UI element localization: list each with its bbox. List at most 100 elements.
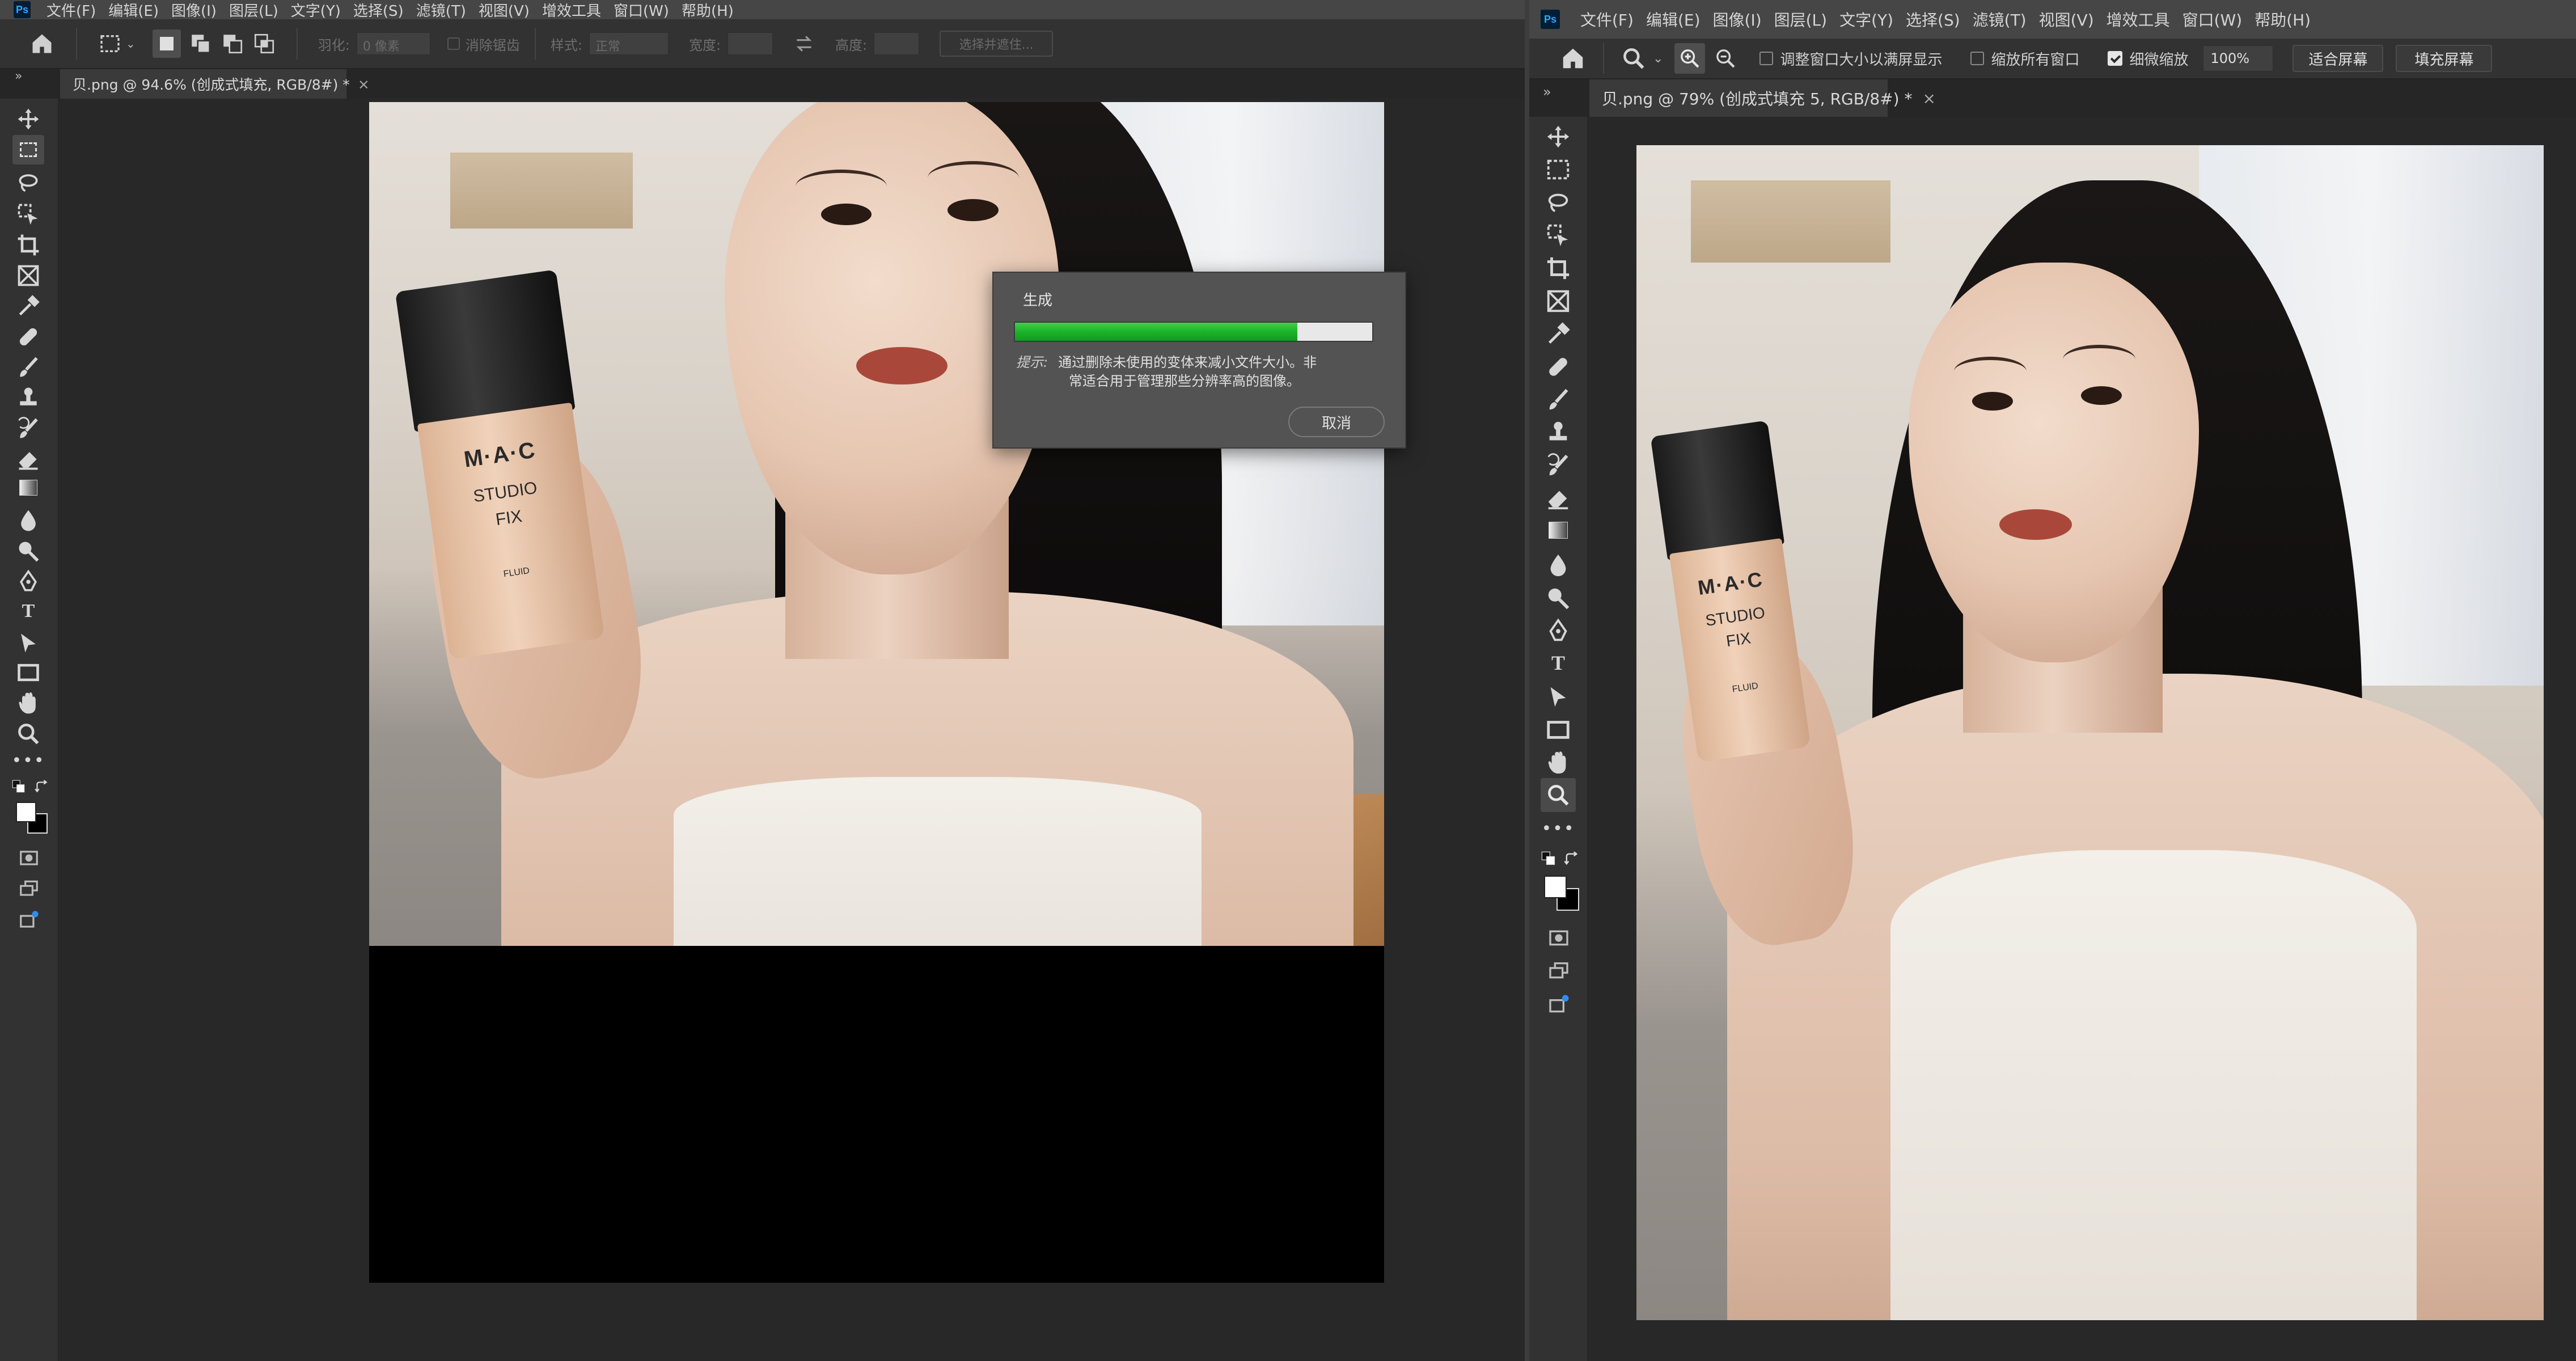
add-to-selection-icon[interactable]: [189, 32, 213, 56]
resize-windows-checkbox[interactable]: [1759, 52, 1774, 65]
clone-stamp-tool-icon[interactable]: [16, 386, 41, 411]
type-tool-icon[interactable]: T: [1545, 650, 1571, 676]
menu-file[interactable]: 文件(F): [46, 0, 96, 20]
foreground-color-swatch[interactable]: [1544, 876, 1567, 898]
menu-edit[interactable]: 编辑(E): [1646, 8, 1701, 31]
menu-plugins[interactable]: 增效工具: [542, 0, 601, 20]
type-tool-icon[interactable]: T: [16, 599, 41, 624]
hand-tool-icon[interactable]: [16, 691, 41, 716]
dodge-tool-icon[interactable]: [16, 539, 41, 564]
menu-layer[interactable]: 图层(L): [229, 0, 278, 20]
menu-help[interactable]: 帮助(H): [2254, 8, 2311, 31]
menu-select[interactable]: 选择(S): [1906, 8, 1960, 31]
path-selection-tool-icon[interactable]: [1545, 684, 1571, 710]
marquee-tool-preset-icon[interactable]: [99, 32, 121, 55]
quick-mask-icon[interactable]: [18, 847, 40, 869]
rectangle-tool-icon[interactable]: [1545, 717, 1571, 743]
eyedropper-tool-icon[interactable]: [16, 294, 41, 319]
more-tools-icon[interactable]: •••: [1541, 819, 1573, 839]
blur-tool-icon[interactable]: [16, 508, 41, 533]
document-tab[interactable]: 贝.png @ 94.6% (创成式填充, RGB/8#) * ×: [60, 69, 370, 99]
dodge-tool-icon[interactable]: [1545, 585, 1571, 611]
eraser-tool-icon[interactable]: [1545, 485, 1571, 512]
pen-tool-icon[interactable]: [16, 569, 41, 594]
blur-tool-icon[interactable]: [1545, 552, 1571, 578]
menu-select[interactable]: 选择(S): [353, 0, 404, 20]
style-select[interactable]: 正常: [589, 32, 669, 55]
menu-layer[interactable]: 图层(L): [1774, 8, 1827, 31]
screen-mode-icon[interactable]: [18, 878, 40, 899]
eraser-tool-icon[interactable]: [16, 447, 41, 472]
menu-view[interactable]: 视图(V): [479, 0, 530, 20]
cancel-button[interactable]: 取消: [1288, 407, 1385, 437]
close-tab-icon[interactable]: ×: [1922, 89, 1935, 108]
menu-edit[interactable]: 编辑(E): [108, 0, 159, 20]
zoom-level-input[interactable]: 100%: [2203, 45, 2274, 71]
menu-image[interactable]: 图像(I): [171, 0, 217, 20]
home-icon[interactable]: [29, 31, 54, 56]
swap-dimensions-icon[interactable]: [793, 33, 815, 54]
menu-type[interactable]: 文字(Y): [291, 0, 341, 20]
height-input[interactable]: [874, 32, 920, 55]
chevron-down-icon[interactable]: ⌄: [126, 37, 136, 50]
menu-file[interactable]: 文件(F): [1580, 8, 1634, 31]
foreground-color-swatch[interactable]: [16, 802, 36, 822]
move-tool-icon[interactable]: [16, 107, 41, 132]
path-selection-tool-icon[interactable]: [16, 631, 41, 656]
menu-filter[interactable]: 滤镜(T): [416, 0, 466, 20]
zoom-in-icon[interactable]: [1674, 43, 1706, 74]
zoom-tool-icon[interactable]: [1541, 778, 1576, 812]
rectangular-marquee-tool-icon[interactable]: [12, 135, 44, 164]
brush-tool-icon[interactable]: [1545, 387, 1571, 413]
frame-tool-icon[interactable]: [1545, 288, 1571, 314]
healing-brush-tool-icon[interactable]: [16, 324, 41, 349]
menu-image[interactable]: 图像(I): [1713, 8, 1762, 31]
document-canvas-area[interactable]: M·A·C STUDIO FIX FLUID: [1588, 117, 2576, 1361]
history-brush-tool-icon[interactable]: [16, 416, 41, 441]
gradient-tool-icon[interactable]: [1549, 522, 1568, 539]
menu-window[interactable]: 窗口(W): [2182, 8, 2243, 31]
document-canvas-area[interactable]: M·A·C STUDIO FIX FLUID 生成 提示: 通过删除未使用的变体来…: [59, 99, 1525, 1361]
zoom-out-icon[interactable]: [1714, 47, 1737, 70]
hand-tool-icon[interactable]: [1545, 750, 1571, 776]
object-selection-tool-icon[interactable]: [1545, 222, 1571, 248]
menu-filter[interactable]: 滤镜(T): [1973, 8, 2027, 31]
more-tools-icon[interactable]: •••: [11, 751, 44, 771]
swap-colors-icon[interactable]: [34, 779, 49, 794]
menu-type[interactable]: 文字(Y): [1839, 8, 1893, 31]
rectangular-marquee-tool-icon[interactable]: [1545, 157, 1571, 183]
home-icon[interactable]: [1560, 45, 1586, 71]
lasso-tool-icon[interactable]: [16, 170, 41, 195]
default-colors-icon[interactable]: [1541, 851, 1556, 867]
swap-colors-icon[interactable]: [1563, 851, 1579, 867]
zoom-tool-preset-icon[interactable]: [1621, 46, 1646, 71]
frame-tool-icon[interactable]: [16, 263, 41, 288]
lasso-tool-icon[interactable]: [1545, 189, 1571, 215]
zoom-all-windows-checkbox[interactable]: [1970, 52, 1985, 65]
new-selection-icon[interactable]: [152, 29, 181, 58]
menu-window[interactable]: 窗口(W): [614, 0, 669, 20]
feather-input[interactable]: 0 像素: [356, 32, 430, 55]
fit-screen-button[interactable]: 适合屏幕: [2292, 45, 2384, 72]
menu-help[interactable]: 帮助(H): [682, 0, 734, 20]
gradient-tool-icon[interactable]: [19, 480, 37, 496]
eyedropper-tool-icon[interactable]: [1545, 321, 1571, 347]
subtract-from-selection-icon[interactable]: [221, 32, 244, 56]
brush-tool-icon[interactable]: [16, 355, 41, 380]
crop-tool-icon[interactable]: [16, 233, 41, 257]
crop-tool-icon[interactable]: [1545, 255, 1571, 281]
clone-stamp-tool-icon[interactable]: [1545, 420, 1571, 446]
panel-collapse-icon[interactable]: »: [15, 69, 22, 83]
antialias-checkbox[interactable]: [447, 37, 460, 50]
screen-mode-icon[interactable]: [1547, 960, 1570, 982]
chevron-down-icon[interactable]: ⌄: [1653, 52, 1663, 66]
rectangle-tool-icon[interactable]: [16, 660, 41, 685]
history-brush-tool-icon[interactable]: [1545, 453, 1571, 479]
zoom-tool-icon[interactable]: [16, 721, 41, 746]
document-tab[interactable]: 贝.png @ 79% (创成式填充 5, RGB/8#) * ×: [1589, 79, 1936, 117]
pen-tool-icon[interactable]: [1545, 618, 1571, 644]
select-and-mask-button[interactable]: 选择并遮住...: [940, 31, 1054, 57]
panel-collapse-icon[interactable]: »: [1543, 84, 1551, 100]
move-tool-icon[interactable]: [1545, 124, 1571, 150]
healing-brush-tool-icon[interactable]: [1545, 354, 1571, 380]
